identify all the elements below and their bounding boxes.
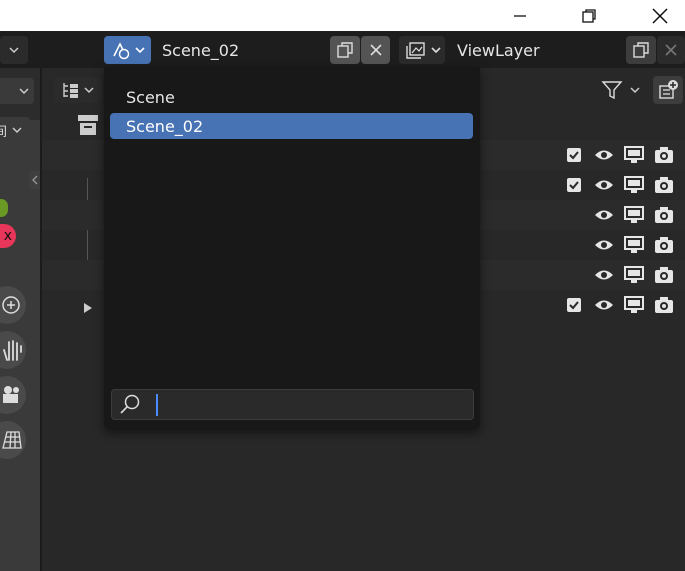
- editor-menu-partial[interactable]: [0, 36, 28, 64]
- scene-option-selected[interactable]: Scene_02: [110, 113, 473, 139]
- camera-icon: [3, 386, 19, 403]
- maximize-icon: [582, 8, 596, 23]
- render-toggle[interactable]: [649, 170, 679, 200]
- checkbox-checked-icon: [567, 298, 581, 312]
- viewport-toggle[interactable]: [619, 200, 649, 230]
- eye-icon: [595, 210, 613, 220]
- delete-viewlayer-button[interactable]: [657, 36, 685, 64]
- monitor-icon: [624, 266, 644, 283]
- camera-icon: [655, 267, 673, 283]
- visibility-toggle[interactable]: [589, 260, 619, 290]
- transform-orientation-dropdown[interactable]: 间: [0, 117, 30, 143]
- new-collection-icon: [659, 80, 678, 99]
- viewlayer-name: ViewLayer: [457, 40, 540, 60]
- monitor-icon: [624, 236, 644, 253]
- scene-browse-button[interactable]: [104, 36, 151, 64]
- viewport-toggle[interactable]: [619, 170, 649, 200]
- checkbox-checked-icon: [567, 178, 581, 192]
- camera-icon: [655, 207, 673, 223]
- filter-icon: [601, 81, 640, 100]
- exclude-checkbox[interactable]: [559, 290, 589, 320]
- exclude-checkbox[interactable]: [559, 140, 589, 170]
- render-toggle[interactable]: [649, 200, 679, 230]
- close-icon: [652, 7, 668, 24]
- visibility-toggle[interactable]: [589, 200, 619, 230]
- eye-icon: [595, 240, 613, 250]
- outliner-display-icon: [63, 83, 94, 98]
- scene-name: Scene_02: [162, 40, 240, 60]
- close-icon: [369, 44, 382, 56]
- chevron-down-icon: [9, 47, 19, 54]
- eye-icon: [595, 150, 613, 160]
- render-toggle[interactable]: [649, 230, 679, 260]
- duplicate-icon: [633, 42, 649, 58]
- render-toggle[interactable]: [649, 140, 679, 170]
- viewlayer-name-field[interactable]: ViewLayer: [447, 36, 625, 64]
- visibility-toggle[interactable]: [589, 230, 619, 260]
- scene-dropdown: Scene Scene_02: [104, 67, 480, 429]
- viewport-mode-dropdown[interactable]: [0, 78, 34, 104]
- new-viewlayer-button[interactable]: [626, 36, 656, 64]
- minimize-button[interactable]: [497, 0, 543, 31]
- chevron-down-icon: [19, 88, 29, 95]
- render-toggle[interactable]: [649, 260, 679, 290]
- viewlayer-browse-button[interactable]: [399, 36, 445, 64]
- render-layers-icon: [406, 42, 441, 59]
- close-icon: [665, 44, 677, 56]
- scene-search-input[interactable]: [152, 392, 466, 416]
- viewport-toggle[interactable]: [619, 260, 649, 290]
- exclude-checkbox[interactable]: [559, 170, 589, 200]
- visibility-toggle[interactable]: [589, 170, 619, 200]
- scene-search-field[interactable]: [111, 389, 474, 420]
- render-toggle[interactable]: [649, 290, 679, 320]
- orientation-label: 间: [0, 124, 8, 140]
- hand-icon: [3, 340, 22, 361]
- window-titlebar: [0, 0, 685, 31]
- duplicate-icon: [337, 42, 353, 58]
- scene-option-label: Scene: [126, 87, 175, 107]
- scene-option[interactable]: Scene: [110, 84, 473, 110]
- eye-icon: [595, 180, 613, 190]
- visibility-toggle[interactable]: [589, 290, 619, 320]
- camera-icon: [655, 147, 673, 163]
- camera-icon: [655, 237, 673, 253]
- viewport-header: [0, 68, 40, 120]
- display-mode-dropdown[interactable]: [54, 77, 102, 103]
- sidebar-toggle[interactable]: [29, 171, 40, 189]
- camera-icon: [655, 297, 673, 313]
- monitor-icon: [624, 176, 644, 193]
- eye-icon: [595, 300, 613, 310]
- zoom-icon: [2, 296, 20, 314]
- camera-icon: [655, 177, 673, 193]
- monitor-icon: [624, 206, 644, 223]
- scene-option-label: Scene_02: [126, 116, 204, 136]
- monitor-icon: [624, 296, 644, 313]
- visibility-toggle[interactable]: [589, 140, 619, 170]
- delete-scene-button[interactable]: [361, 36, 390, 64]
- viewport-toggle[interactable]: [619, 290, 649, 320]
- viewport-toggle[interactable]: [619, 140, 649, 170]
- eye-icon: [595, 270, 613, 280]
- top-header: Scene_02 ViewLayer: [0, 31, 685, 68]
- minimize-icon: [514, 14, 526, 17]
- chevron-left-icon: [31, 175, 37, 185]
- maximize-button[interactable]: [566, 0, 612, 31]
- checkbox-checked-icon: [567, 148, 581, 162]
- search-icon: [120, 394, 140, 414]
- new-collection-button[interactable]: [653, 76, 683, 104]
- new-scene-button[interactable]: [330, 36, 360, 64]
- scene-collection-icon: [76, 113, 100, 137]
- filter-dropdown[interactable]: [598, 76, 646, 104]
- scene-name-field[interactable]: Scene_02: [152, 36, 330, 64]
- monitor-icon: [624, 146, 644, 163]
- close-window-button[interactable]: [637, 0, 683, 31]
- viewport-toggle[interactable]: [619, 230, 649, 260]
- chevron-down-icon: [12, 127, 22, 134]
- scene-browse-icon: [112, 42, 145, 60]
- grid-icon: [2, 431, 22, 449]
